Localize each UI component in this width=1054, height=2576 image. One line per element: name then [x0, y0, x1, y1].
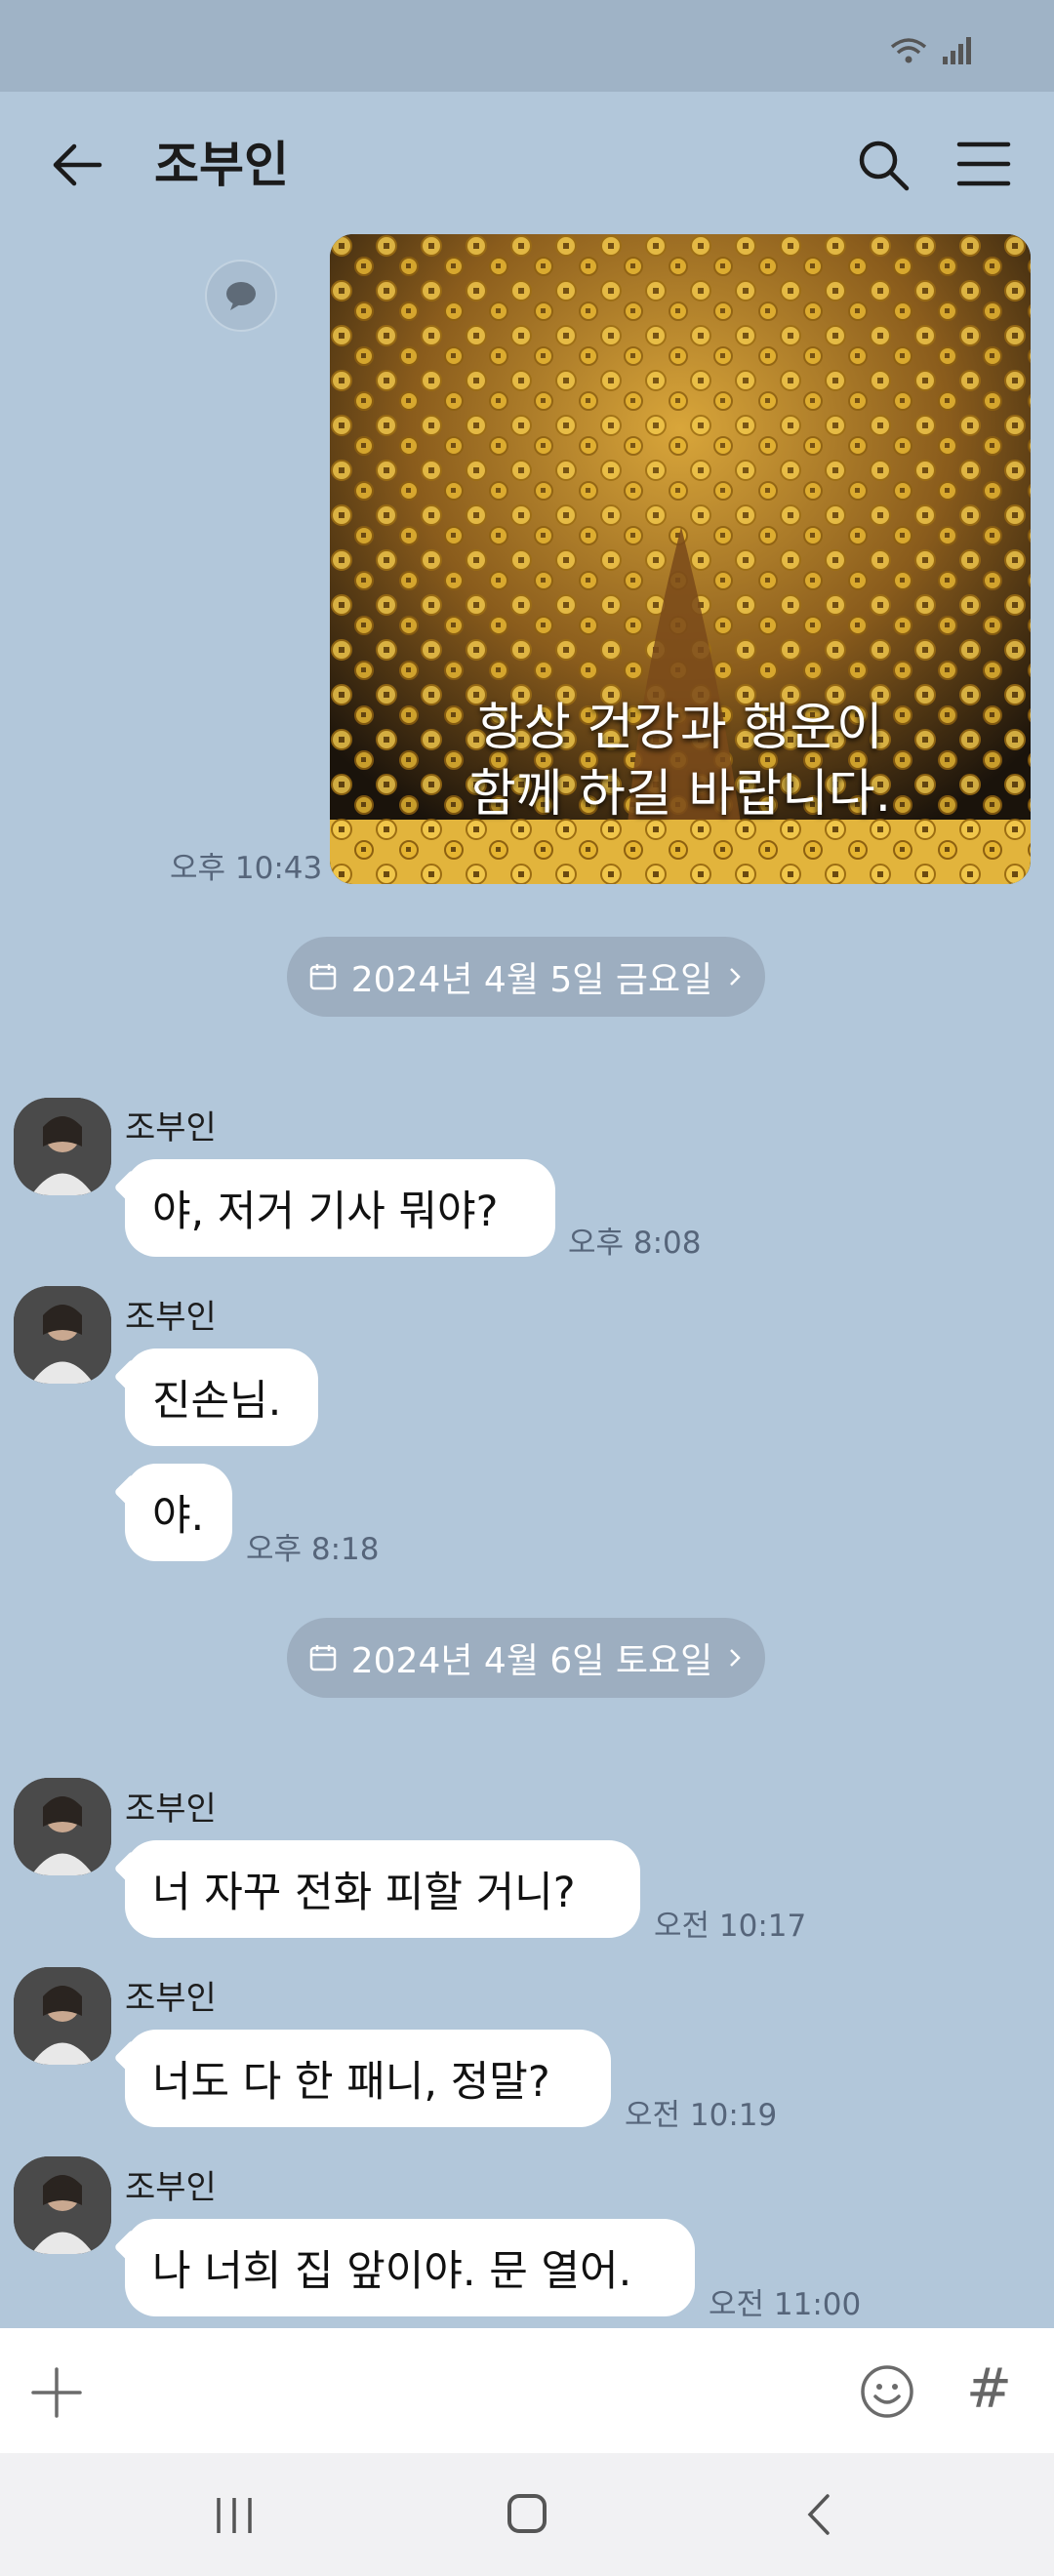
message-text: 너 자꾸 전화 피할 거니? [152, 1869, 576, 1917]
arrow-left-icon[interactable] [47, 135, 107, 195]
message-bubble[interactable]: 너도 다 한 패니, 정말? [125, 2030, 611, 2127]
message-time: 오전 11:00 [709, 2287, 862, 2322]
calendar-icon [309, 964, 336, 990]
message-bubble[interactable]: 야. [125, 1464, 232, 1561]
message-bubble[interactable]: 너 자꾸 전화 피할 거니? [125, 1840, 640, 1938]
smiley-icon[interactable] [859, 2363, 915, 2420]
message-text: 야, 저거 기사 뭐야? [152, 1187, 499, 1236]
message-time: 오후 8:18 [246, 1532, 380, 1567]
plus-icon[interactable] [29, 2365, 84, 2420]
avatar[interactable] [14, 1778, 111, 1875]
sender-name: 조부인 [125, 2168, 217, 2207]
message-text: 진손님. [152, 1377, 282, 1426]
avatar[interactable] [14, 2156, 111, 2254]
image-caption-line: 함께 하길 바랍니다. [468, 765, 892, 824]
avatar[interactable] [14, 1286, 111, 1384]
sender-name: 조부인 [125, 1979, 217, 2018]
image-caption: 항상 건강과 행운이 함께 하길 바랍니다. [330, 695, 1031, 827]
recent-apps-icon[interactable] [213, 2496, 256, 2535]
home-icon[interactable] [507, 2494, 547, 2533]
image-message[interactable]: 항상 건강과 행운이 함께 하길 바랍니다. [330, 234, 1031, 884]
share-button[interactable] [205, 260, 277, 332]
image-caption-line: 항상 건강과 행운이 [477, 699, 883, 757]
chevron-right-icon [730, 968, 742, 986]
date-divider[interactable]: 2024년 4월 5일 금요일 [287, 937, 765, 1017]
date-divider[interactable]: 2024년 4월 6일 토요일 [287, 1618, 765, 1698]
profile-photo [14, 1286, 111, 1384]
date-label: 2024년 4월 6일 토요일 [350, 1641, 713, 1681]
back-icon[interactable] [804, 2492, 833, 2537]
message-bubble[interactable]: 진손님. [125, 1348, 318, 1446]
message-text: 너도 다 한 패니, 정말? [152, 2058, 550, 2107]
sender-name: 조부인 [125, 1108, 217, 1147]
avatar[interactable] [14, 1098, 111, 1195]
sender-name: 조부인 [125, 1298, 217, 1337]
message-time: 오전 10:17 [654, 1909, 807, 1944]
status-bar [0, 0, 1054, 92]
wifi-icon [890, 38, 927, 63]
hamburger-menu-icon[interactable] [956, 139, 1011, 189]
search-icon[interactable] [855, 137, 912, 193]
chat-header: 조부인 [0, 92, 1054, 238]
message-text: 야. [152, 1492, 205, 1541]
message-time: 오후 8:08 [568, 1226, 702, 1261]
profile-photo [14, 1098, 111, 1195]
profile-photo [14, 1967, 111, 2065]
message-bubble[interactable]: 나 너희 집 앞이야. 문 열어. [125, 2219, 695, 2316]
profile-photo [14, 2156, 111, 2254]
message-input-bar[interactable]: # [0, 2328, 1054, 2453]
sender-name: 조부인 [125, 1790, 217, 1829]
chevron-right-icon [730, 1649, 742, 1667]
speech-bubble-icon [226, 282, 256, 310]
system-nav-bar [0, 2453, 1054, 2576]
hashtag-button[interactable]: # [966, 2355, 1012, 2424]
date-label: 2024년 4월 5일 금요일 [350, 960, 713, 1000]
message-time: 오전 10:19 [625, 2098, 778, 2133]
message-time: 오후 10:43 [170, 851, 323, 886]
calendar-icon [309, 1645, 336, 1671]
message-text: 나 너희 집 앞이야. 문 열어. [152, 2247, 632, 2296]
avatar[interactable] [14, 1967, 111, 2065]
message-bubble[interactable]: 야, 저거 기사 뭐야? [125, 1159, 555, 1257]
chat-title: 조부인 [154, 137, 289, 193]
profile-photo [14, 1778, 111, 1875]
signal-icon [943, 37, 971, 64]
